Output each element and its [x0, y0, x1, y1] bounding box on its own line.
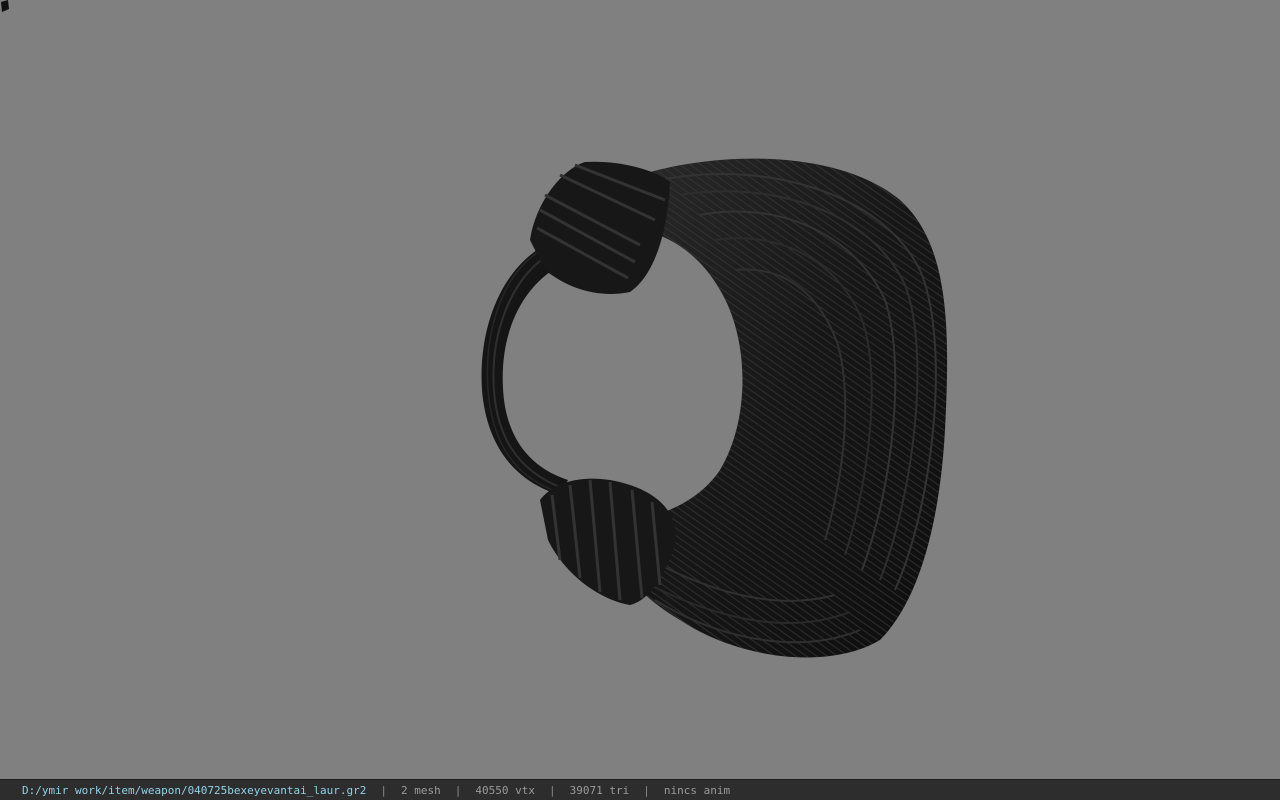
pivot-marker-icon	[1, 0, 9, 12]
3d-viewport[interactable]	[0, 0, 1280, 779]
mesh-count: 2 mesh	[401, 783, 441, 797]
separator: |	[380, 783, 387, 797]
separator: |	[643, 783, 650, 797]
triangle-count: 39071 tri	[569, 783, 630, 797]
model-render	[481, 158, 948, 658]
status-bar: D:/ymir work/item/weapon/040725bexeyevan…	[0, 779, 1280, 800]
file-path: D:/ymir work/item/weapon/040725bexeyevan…	[22, 783, 367, 797]
separator: |	[548, 783, 556, 797]
separator: |	[454, 783, 462, 797]
vertex-count: 40550 vtx	[475, 783, 535, 797]
rope-coil-model	[481, 158, 948, 658]
animation-status: nincs anim	[663, 783, 731, 797]
